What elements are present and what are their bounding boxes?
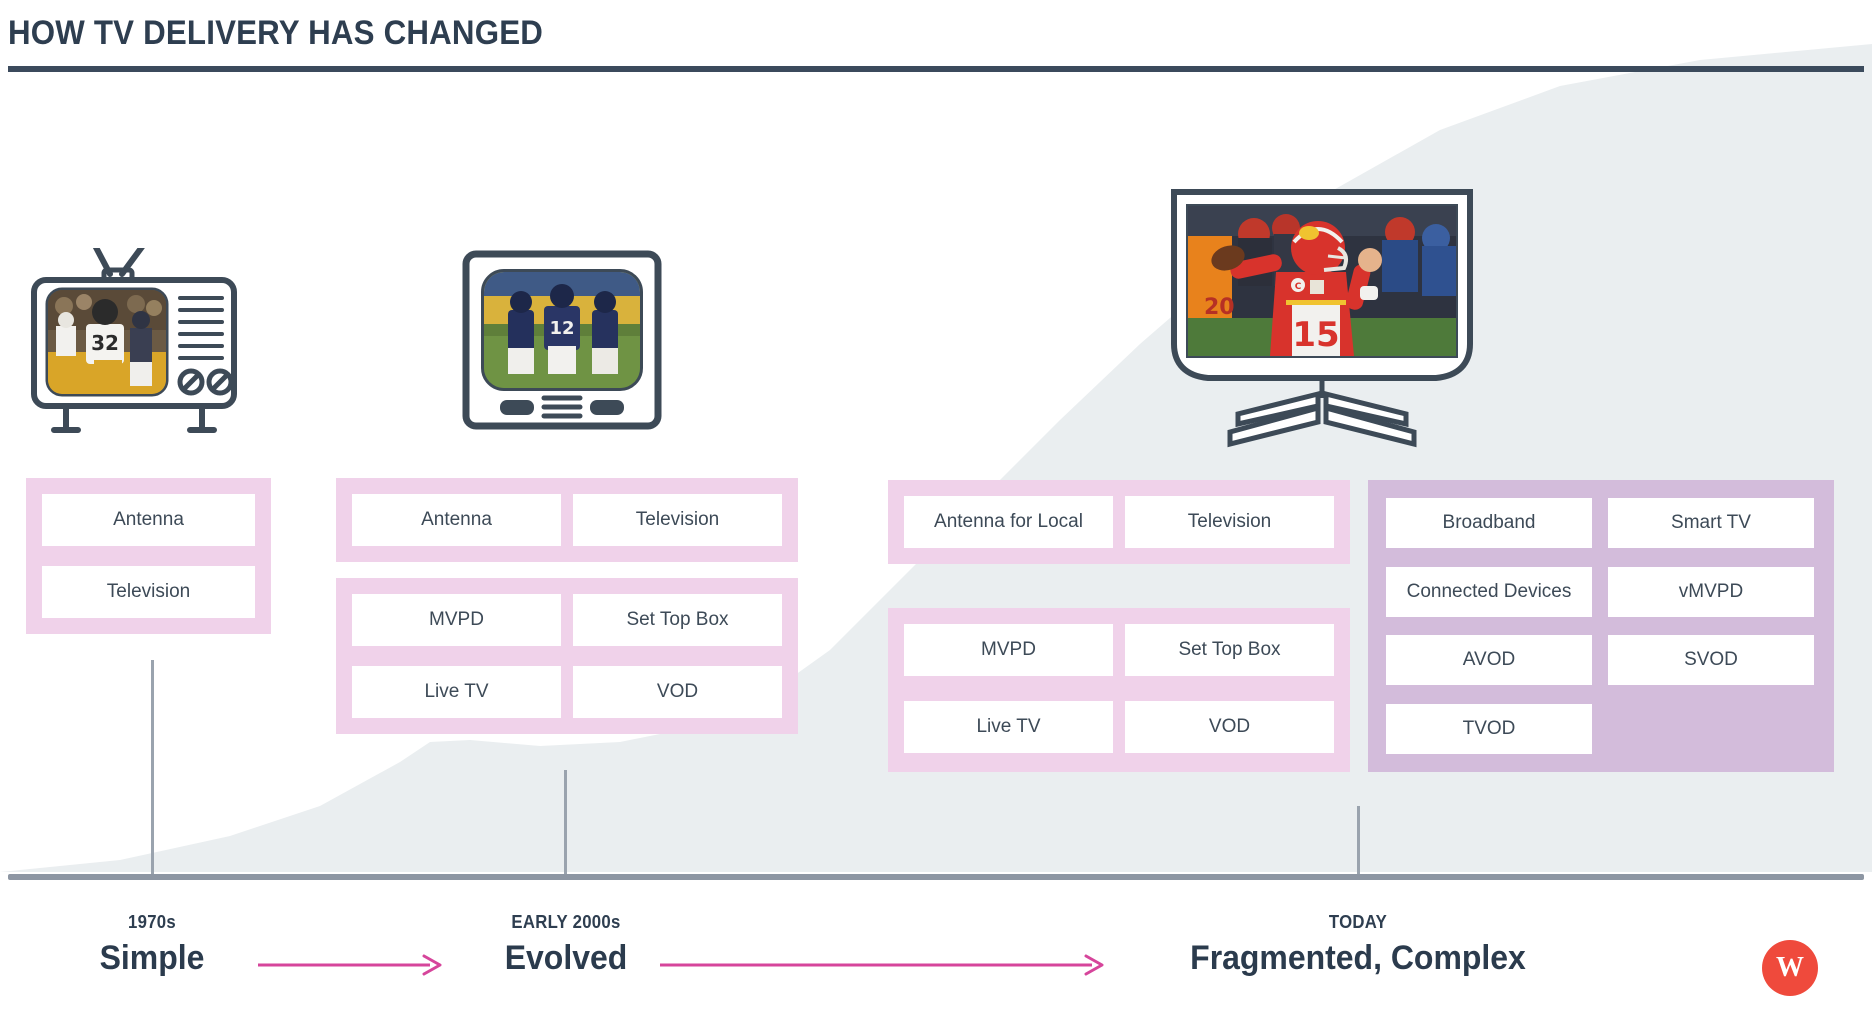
cell-antenna-for-local: Antenna for Local — [904, 496, 1113, 548]
era-year: EARLY 2000s — [511, 912, 621, 932]
infographic-canvas: HOW TV DELIVERY HAS CHANGED 32 12 20 15 … — [0, 0, 1872, 1015]
era-name: Evolved — [504, 939, 628, 977]
panel-today-group-3: Broadband Smart TV Connected Devices vMV… — [1368, 480, 1834, 772]
flat-screen-tv-icon: 20 15 C — [1168, 186, 1476, 462]
crt-tv-with-antenna-icon: 32 — [26, 248, 258, 460]
cell-live-tv: Live TV — [904, 701, 1113, 753]
svg-text:15: 15 — [1292, 315, 1339, 355]
panel-simple-group-1: Antenna Television — [26, 478, 271, 634]
era-label-early-2000s: EARLY 2000s Evolved — [446, 912, 686, 978]
era-name: Fragmented, Complex — [1190, 939, 1526, 977]
cell-spacer — [1608, 704, 1814, 754]
svg-text:C: C — [1295, 282, 1302, 292]
cell-set-top-box: Set Top Box — [1125, 624, 1334, 676]
arrow-simple-to-evolved — [258, 954, 442, 976]
cell-vod: VOD — [1125, 701, 1334, 753]
panel-evolved-group-1: Antenna Television — [336, 478, 798, 562]
timeline-tick-early-2000s — [564, 770, 567, 876]
cell-vod: VOD — [573, 666, 782, 718]
cell-smart-tv: Smart TV — [1608, 498, 1814, 548]
cell-svod: SVOD — [1608, 635, 1814, 685]
logo-letter: W — [1776, 952, 1804, 983]
timeline-tick-1970s — [151, 660, 154, 876]
era-label-1970s: 1970s Simple — [32, 912, 272, 978]
panel-today-group-1: Antenna for Local Television — [888, 480, 1350, 564]
cell-live-tv: Live TV — [352, 666, 561, 718]
panel-today-group-2: MVPD Set Top Box Live TV VOD — [888, 608, 1350, 772]
svg-text:12: 12 — [549, 318, 574, 339]
cell-vmvpd: vMVPD — [1608, 566, 1814, 617]
cell-avod: AVOD — [1386, 635, 1592, 685]
arrow-evolved-to-fragmented — [660, 954, 1104, 976]
w-logo-badge[interactable]: W — [1762, 940, 1818, 996]
era-year: 1970s — [128, 912, 176, 932]
cell-television: Television — [42, 566, 255, 618]
era-name: Simple — [99, 939, 205, 977]
panel-evolved-group-2: MVPD Set Top Box Live TV VOD — [336, 578, 798, 734]
svg-text:32: 32 — [91, 331, 119, 355]
cell-mvpd: MVPD — [904, 624, 1113, 676]
cell-television: Television — [573, 494, 782, 546]
era-year: TODAY — [1328, 912, 1388, 932]
cell-mvpd: MVPD — [352, 594, 561, 646]
page-title: HOW TV DELIVERY HAS CHANGED — [8, 14, 544, 52]
header-divider-rule — [8, 66, 1864, 72]
timeline-tick-today — [1357, 806, 1360, 876]
timeline-baseline — [8, 874, 1864, 880]
cell-set-top-box: Set Top Box — [573, 594, 782, 646]
cell-broadband: Broadband — [1386, 498, 1592, 548]
cell-tvod: TVOD — [1386, 703, 1592, 754]
svg-text:20: 20 — [1204, 295, 1235, 320]
cell-antenna: Antenna — [42, 494, 255, 546]
cell-television: Television — [1125, 496, 1334, 548]
cell-antenna: Antenna — [352, 494, 561, 546]
era-label-today: TODAY Fragmented, Complex — [1118, 912, 1598, 978]
cell-connected-devices: Connected Devices — [1386, 566, 1592, 617]
boxy-crt-tv-icon: 12 — [462, 250, 662, 448]
